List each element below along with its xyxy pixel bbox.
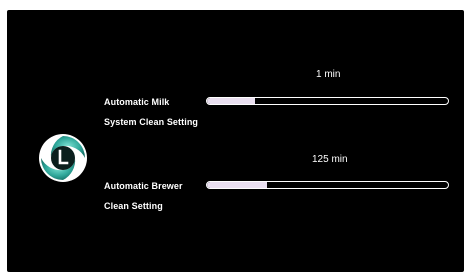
brewer-clean-slider[interactable] [206, 181, 449, 189]
display-frame: 1 min Automatic Milk System Clean Settin… [0, 0, 471, 278]
clock-cleaning-icon [39, 134, 87, 182]
milk-clean-slider-fill [207, 98, 256, 104]
milk-clean-label-line1: Automatic Milk [104, 97, 170, 107]
brewer-clean-label-line2: Clean Setting [104, 201, 163, 211]
brewer-clean-slider-fill [207, 182, 268, 188]
brewer-clean-value: 125 min [312, 154, 348, 165]
brewer-clean-label-line1: Automatic Brewer [104, 181, 183, 191]
settings-screen: 1 min Automatic Milk System Clean Settin… [7, 10, 464, 272]
milk-clean-value: 1 min [316, 69, 341, 80]
milk-clean-slider[interactable] [206, 97, 449, 105]
milk-clean-label-line2: System Clean Setting [104, 117, 199, 127]
